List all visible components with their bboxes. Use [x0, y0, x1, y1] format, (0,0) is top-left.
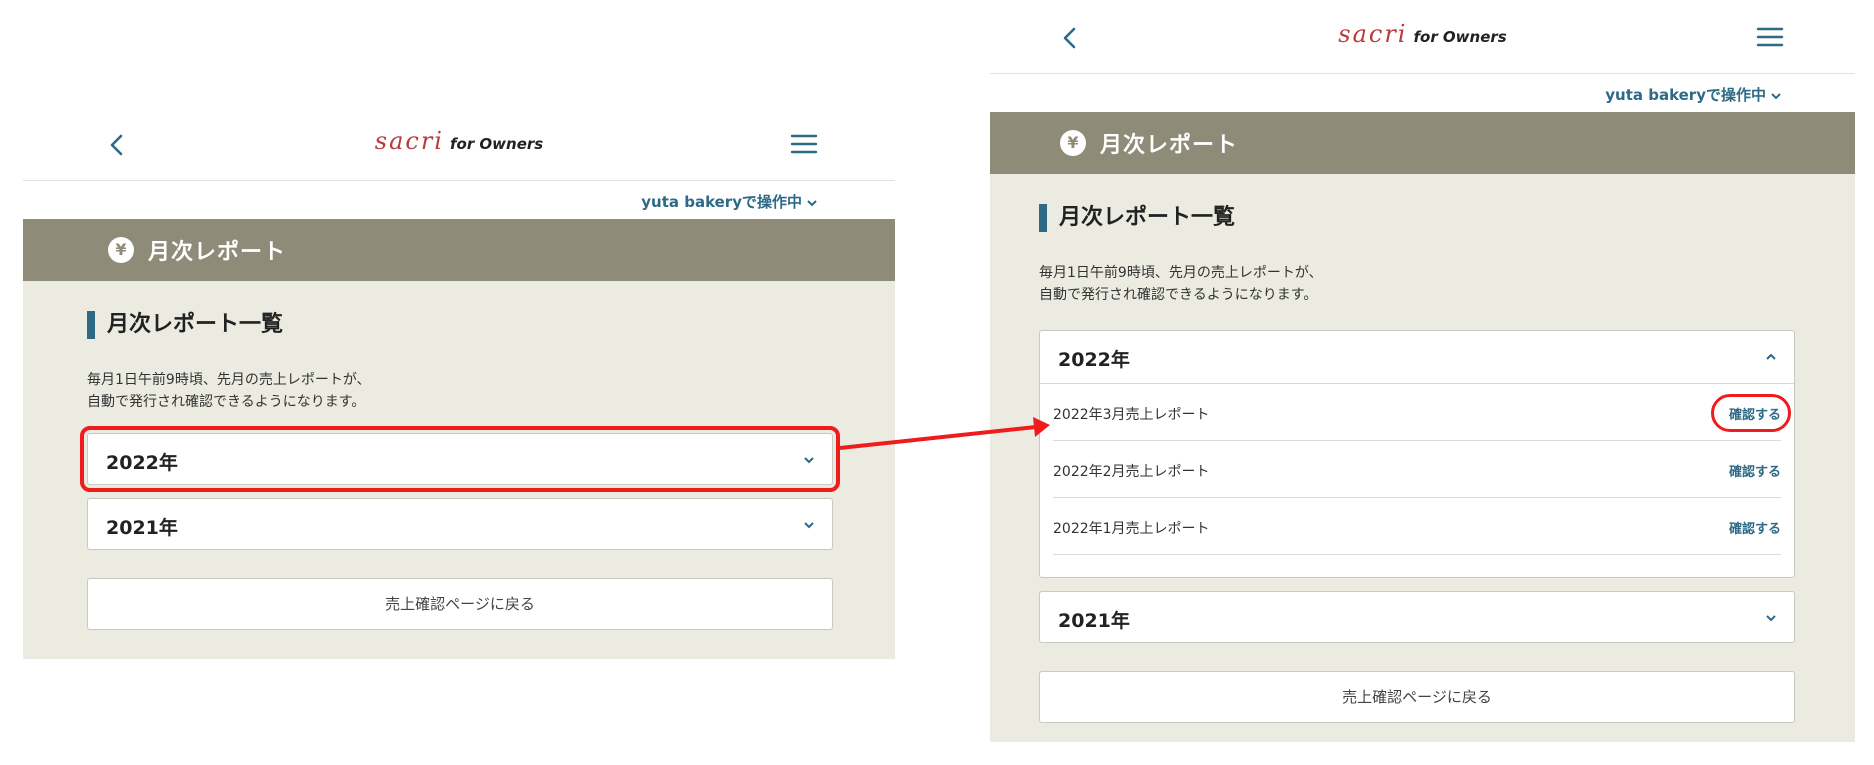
logo-brand: sacri — [1338, 20, 1408, 48]
store-switcher-bar: yuta bakeryで操作中 — [23, 181, 895, 219]
hamburger-menu-icon[interactable] — [790, 132, 818, 156]
section-description: 毎月1日午前9時頃、先月の売上レポートが、 自動で発行され確認できるようになりま… — [87, 369, 371, 413]
year-accordion-2021[interactable]: 2021年 — [87, 498, 833, 550]
chevron-down-icon — [1766, 615, 1776, 622]
section-description: 毎月1日午前9時頃、先月の売上レポートが、 自動で発行され確認できるようになりま… — [1039, 262, 1323, 306]
back-to-sales-button[interactable]: 売上確認ページに戻る — [87, 578, 833, 630]
report-row: 2022年2月売上レポート 確認する — [1053, 441, 1781, 498]
accordion-year-label: 2021年 — [1058, 610, 1130, 632]
description-line: 毎月1日午前9時頃、先月の売上レポートが、 — [87, 372, 371, 388]
store-switcher-label: yuta bakeryで操作中 — [641, 193, 802, 211]
logo-subtitle: for Owners — [1413, 28, 1507, 46]
accordion-year-label: 2022年 — [1058, 349, 1130, 371]
report-row: 2022年1月売上レポート 確認する — [1053, 498, 1781, 555]
report-list: 2022年3月売上レポート 確認する 2022年2月売上レポート 確認する 20… — [1040, 384, 1794, 555]
description-line: 自動で発行され確認できるようになります。 — [87, 394, 366, 410]
store-switcher-bar: yuta bakeryで操作中 — [990, 74, 1855, 112]
page-title-bar: ¥ 月次レポート — [990, 112, 1855, 174]
year-accordion-2021[interactable]: 2021年 — [1039, 591, 1795, 643]
page-title-bar: ¥ 月次レポート — [23, 219, 895, 281]
yen-icon: ¥ — [108, 237, 134, 263]
report-row: 2022年3月売上レポート 確認する — [1053, 384, 1791, 441]
back-to-sales-button[interactable]: 売上確認ページに戻る — [1039, 671, 1795, 723]
chevron-down-icon — [807, 199, 817, 206]
accordion-header[interactable]: 2022年 — [1040, 331, 1794, 384]
content-area: 月次レポート一覧 毎月1日午前9時頃、先月の売上レポートが、 自動で発行され確認… — [23, 281, 895, 659]
screen-expanded: sacri for Owners yuta bakeryで操作中 ¥ 月次レポート… — [990, 0, 1855, 742]
store-switcher-label: yuta bakeryで操作中 — [1605, 86, 1766, 104]
accordion-header[interactable]: 2021年 — [1040, 592, 1794, 644]
logo-brand: sacri — [374, 127, 444, 155]
logo-subtitle: for Owners — [449, 135, 544, 153]
highlight-annotation — [80, 426, 840, 492]
year-accordion-2022-expanded[interactable]: 2022年 2022年3月売上レポート 確認する 2022年2月売上レポート 確… — [1039, 330, 1795, 578]
page-title: 月次レポート — [1100, 133, 1239, 158]
chevron-up-icon — [1766, 353, 1776, 360]
accordion-header[interactable]: 2021年 — [88, 499, 832, 551]
description-line: 自動で発行され確認できるようになります。 — [1039, 287, 1318, 303]
app-logo[interactable]: sacri for Owners — [23, 127, 895, 155]
app-logo[interactable]: sacri for Owners — [990, 20, 1855, 48]
description-line: 毎月1日午前9時頃、先月の売上レポートが、 — [1039, 265, 1323, 281]
chevron-down-icon — [1771, 92, 1781, 99]
app-header: sacri for Owners — [990, 0, 1855, 74]
section-heading: 月次レポート一覧 — [1039, 204, 1235, 232]
report-label: 2022年3月売上レポート — [1053, 407, 1210, 423]
chevron-down-icon — [804, 522, 814, 529]
app-header: sacri for Owners — [23, 107, 895, 181]
report-label: 2022年2月売上レポート — [1053, 464, 1210, 480]
screen-collapsed: sacri for Owners yuta bakeryで操作中 ¥ 月次レポート… — [23, 0, 895, 659]
report-label: 2022年1月売上レポート — [1053, 521, 1210, 537]
content-area: 月次レポート一覧 毎月1日午前9時頃、先月の売上レポートが、 自動で発行され確認… — [990, 174, 1855, 742]
yen-icon: ¥ — [1060, 130, 1086, 156]
highlight-annotation — [1711, 394, 1791, 432]
hamburger-menu-icon[interactable] — [1756, 25, 1784, 49]
view-report-link[interactable]: 確認する — [1729, 518, 1781, 537]
store-switcher[interactable]: yuta bakeryで操作中 — [641, 191, 818, 212]
accordion-year-label: 2021年 — [106, 517, 178, 539]
view-report-link[interactable]: 確認する — [1729, 461, 1781, 480]
store-switcher[interactable]: yuta bakeryで操作中 — [1605, 84, 1782, 105]
page-title: 月次レポート — [148, 240, 287, 265]
section-heading: 月次レポート一覧 — [87, 311, 283, 339]
